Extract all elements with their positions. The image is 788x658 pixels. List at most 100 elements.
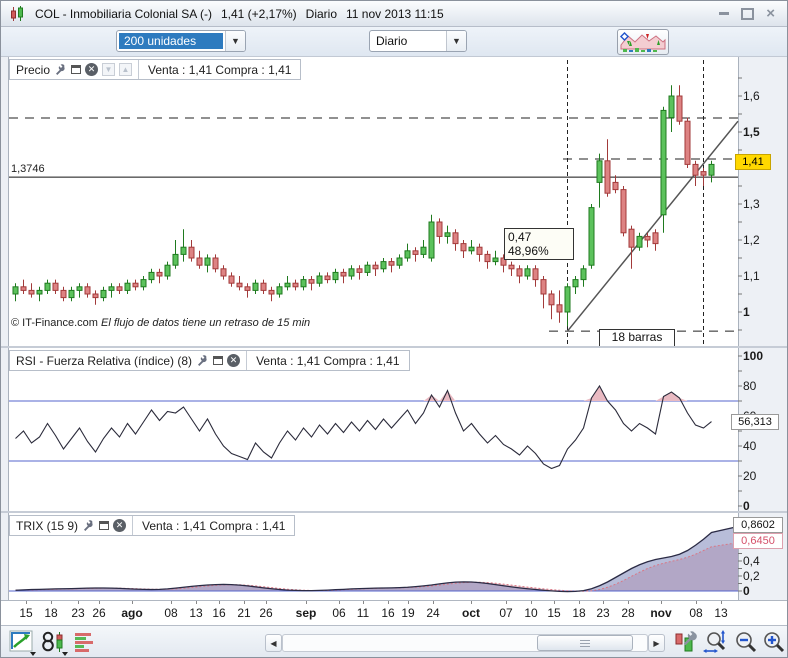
chevron-down-icon[interactable]: ▼: [446, 31, 466, 51]
arrow-down-icon[interactable]: ▼: [102, 63, 115, 76]
time-axis-label: sep: [296, 606, 317, 620]
time-axis-label: 08: [164, 606, 177, 620]
time-axis-label: 26: [259, 606, 272, 620]
chart-type-button[interactable]: [41, 630, 69, 658]
last-quote: 1,41 (+2,17%): [221, 7, 297, 21]
trix-quote: Venta : 1,41 Compra : 1,41: [133, 519, 294, 533]
time-axis-label: ago: [121, 606, 142, 620]
trix-value-badge: 0,8602: [733, 517, 783, 533]
period-dropdown[interactable]: Diario ▼: [369, 30, 467, 52]
rsi-tick-label: 0: [743, 499, 750, 511]
price-tick-label: 1,3: [743, 197, 760, 211]
trix-tick-label: 0,4: [743, 554, 760, 568]
copyright-notice: © IT-Finance.com El flujo de datos tiene…: [11, 317, 310, 329]
zoom-fit-icon[interactable]: [703, 630, 729, 658]
trix-panel: TRIX (15 9) ✕ Venta : 1,41 Compra : 1,41…: [1, 513, 788, 600]
trix-tick-label: 0: [743, 584, 750, 598]
scroll-grip-icon: [580, 640, 590, 647]
scrollbar-track[interactable]: [282, 634, 648, 652]
time-axis-label: 08: [689, 606, 702, 620]
time-axis-label: 18: [572, 606, 585, 620]
time-axis-label: 11: [357, 606, 369, 620]
trix-tick-label: 0,2: [743, 569, 760, 583]
scroll-right-icon[interactable]: ▶: [648, 634, 665, 652]
time-axis-label: 23: [71, 606, 84, 620]
period-dropdown-value: Diario: [370, 31, 446, 51]
rsi-panel: RSI - Fuerza Relativa (índice) (8) ✕ Ven…: [1, 348, 788, 511]
bottom-toolbar: ◀ ▶: [1, 625, 788, 658]
zoom-out-icon[interactable]: [733, 630, 759, 658]
measure-change: 0,47: [508, 230, 570, 244]
rsi-quote: Venta : 1,41 Compra : 1,41: [247, 354, 408, 368]
chevron-down-icon[interactable]: ▼: [225, 31, 245, 51]
close-icon[interactable]: ✕: [227, 354, 240, 367]
symbol-title: COL - Inmobiliaria Colonial SA (-): [35, 7, 212, 21]
minimize-icon[interactable]: [719, 12, 729, 15]
chart-settings-button[interactable]: [673, 630, 699, 658]
price-panel-header: Precio ✕ ▼ ▲ Venta : 1,41 Compra : 1,41: [9, 59, 301, 80]
close-icon[interactable]: ✕: [85, 63, 98, 76]
delay-notice: El flujo de datos tiene un retraso de 15…: [101, 317, 310, 329]
time-axis-label: 15: [19, 606, 32, 620]
price-chart[interactable]: [1, 57, 788, 346]
time-axis-label: 16: [212, 606, 225, 620]
time-axis-label: 07: [499, 606, 512, 620]
time-axis-label: 21: [237, 606, 250, 620]
units-dropdown[interactable]: 200 unidades ▼: [116, 30, 246, 52]
scrollbar-thumb[interactable]: [537, 635, 633, 651]
wrench-icon[interactable]: [196, 354, 209, 367]
time-axis-label: 26: [92, 606, 105, 620]
datetime-label: 11 nov 2013 11:15: [346, 7, 444, 21]
scroll-left-icon[interactable]: ◀: [265, 634, 282, 652]
title-bar: COL - Inmobiliaria Colonial SA (-) 1,41 …: [1, 1, 787, 27]
time-axis-label: 15: [547, 606, 560, 620]
zoom-in-icon[interactable]: [761, 630, 787, 658]
chart-style-button[interactable]: [617, 29, 669, 55]
indicators-button[interactable]: [73, 630, 97, 658]
rsi-tick-label: 100: [743, 349, 763, 363]
rsi-chart[interactable]: [1, 348, 788, 511]
measure-percent: 48,96%: [508, 244, 570, 258]
timeframe-label: Diario: [306, 7, 337, 21]
rsi-tick-label: 40: [743, 439, 756, 453]
copyright-text: © IT-Finance.com: [11, 317, 98, 329]
time-axis: 15182326ago0813162126sep0611161924oct071…: [1, 600, 788, 625]
mini-chart-icon: [619, 31, 667, 53]
rsi-panel-header: RSI - Fuerza Relativa (índice) (8) ✕ Ven…: [9, 350, 410, 371]
arrow-up-icon[interactable]: ▲: [119, 63, 132, 76]
price-tick-label: 1,5: [743, 125, 760, 139]
last-price-badge: 1,41: [735, 154, 771, 170]
time-axis-label: oct: [462, 606, 480, 620]
price-tick-label: 1,6: [743, 89, 760, 103]
time-scrollbar[interactable]: ◀ ▶: [265, 634, 665, 652]
price-panel-title: Precio: [16, 63, 50, 77]
drawing-tools-button[interactable]: [9, 630, 37, 658]
detach-window-icon[interactable]: [71, 65, 81, 74]
measure-annotation[interactable]: 0,47 48,96%: [504, 228, 574, 260]
price-tick-label: 1,2: [743, 233, 760, 247]
trix-panel-header: TRIX (15 9) ✕ Venta : 1,41 Compra : 1,41: [9, 515, 295, 536]
detach-window-icon[interactable]: [99, 521, 109, 530]
price-quote: Venta : 1,41 Compra : 1,41: [139, 63, 300, 77]
time-axis-label: 06: [332, 606, 345, 620]
top-toolbar: 200 unidades ▼ Diario ▼: [1, 27, 787, 57]
candlestick-icon: [9, 6, 26, 22]
time-axis-label: 13: [714, 606, 727, 620]
rsi-panel-title: RSI - Fuerza Relativa (índice) (8): [16, 354, 192, 368]
close-window-icon[interactable]: ×: [766, 9, 775, 19]
price-level-label: 1,3746: [11, 163, 45, 175]
units-dropdown-value: 200 unidades: [119, 33, 223, 49]
time-axis-label: 10: [524, 606, 537, 620]
time-axis-label: 23: [596, 606, 609, 620]
time-axis-label: 13: [189, 606, 202, 620]
close-icon[interactable]: ✕: [113, 519, 126, 532]
maximize-icon[interactable]: [741, 8, 754, 20]
rsi-tick-label: 80: [743, 379, 756, 393]
wrench-icon[interactable]: [54, 63, 67, 76]
app-window: COL - Inmobiliaria Colonial SA (-) 1,41 …: [0, 0, 788, 658]
time-axis-label: 19: [401, 606, 414, 620]
time-axis-label: nov: [650, 606, 671, 620]
trix-signal-badge: 0,6450: [733, 533, 783, 549]
detach-window-icon[interactable]: [213, 356, 223, 365]
wrench-icon[interactable]: [82, 519, 95, 532]
